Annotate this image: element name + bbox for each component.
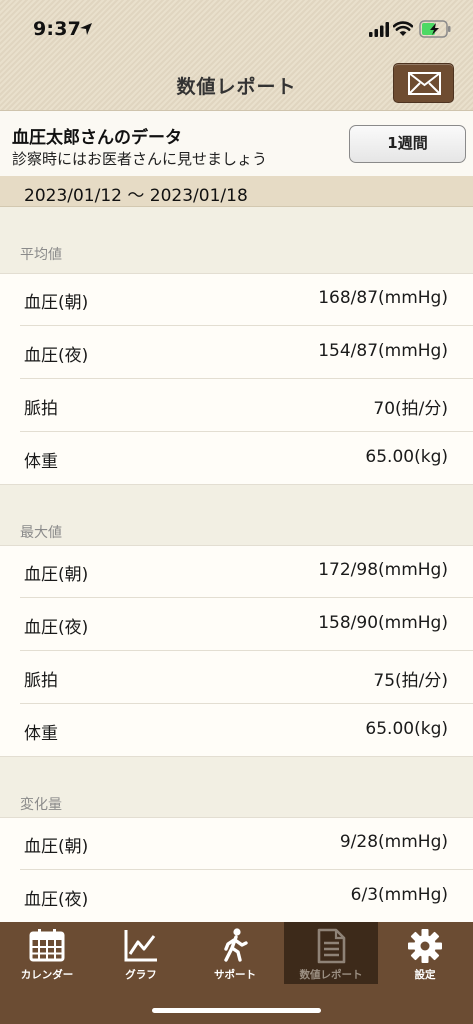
walking-person-icon xyxy=(224,928,248,962)
table-row: 脈拍 75(拍/分) xyxy=(0,651,473,704)
row-label: 血圧(夜) xyxy=(24,346,89,366)
row-value: 65.00(kg) xyxy=(365,719,448,739)
envelope-icon xyxy=(408,72,441,95)
tab-settings[interactable]: 設定 xyxy=(378,922,472,984)
battery-charging-icon xyxy=(419,20,451,38)
row-label: 血圧(夜) xyxy=(24,890,89,910)
cellular-signal-icon xyxy=(369,22,389,37)
wifi-icon xyxy=(393,21,413,36)
date-range-band: 2023/01/12 〜 2023/01/18 xyxy=(0,176,473,207)
tab-support[interactable]: サポート xyxy=(188,922,282,984)
tab-graph[interactable]: グラフ xyxy=(94,922,188,984)
table-row: 血圧(朝) 172/98(mmHg) xyxy=(0,545,473,598)
location-arrow-icon xyxy=(80,23,92,35)
row-value: 9/28(mmHg) xyxy=(339,832,448,852)
row-value: 75(拍/分) xyxy=(373,671,448,691)
row-value: 65.00(kg) xyxy=(365,447,448,467)
table-row: 血圧(夜) 6/3(mmHg) xyxy=(0,870,473,923)
row-label: 脈拍 xyxy=(24,399,58,419)
status-bar: 9:37 xyxy=(0,0,473,60)
user-data-title: 血圧太郎さんのデータ xyxy=(12,128,182,148)
table-row: 体重 65.00(kg) xyxy=(0,432,473,485)
tab-label: 数値レポート xyxy=(299,969,363,981)
row-value: 168/87(mmHg) xyxy=(318,288,448,308)
mail-button[interactable] xyxy=(393,63,454,103)
row-label: 血圧(朝) xyxy=(24,837,89,857)
top-bar: 9:37 数値レポート xyxy=(0,0,473,110)
status-time: 9:37 xyxy=(33,18,82,40)
table-row: 血圧(夜) 154/87(mmHg) xyxy=(0,326,473,379)
row-label: 血圧(朝) xyxy=(24,293,89,313)
table-row: 血圧(朝) 9/28(mmHg) xyxy=(0,817,473,870)
home-indicator[interactable] xyxy=(152,1008,321,1013)
section-header-maximum: 最大値 xyxy=(0,485,473,551)
user-data-subtitle: 診察時にはお医者さんに見せましょう xyxy=(12,150,268,168)
table-row: 血圧(夜) 158/90(mmHg) xyxy=(0,598,473,651)
row-label: 脈拍 xyxy=(24,671,58,691)
row-label: 血圧(夜) xyxy=(24,618,89,638)
row-label: 体重 xyxy=(24,724,58,744)
row-label: 体重 xyxy=(24,452,58,472)
section-title: 変化量 xyxy=(20,797,62,813)
row-label: 血圧(朝) xyxy=(24,565,89,585)
row-value: 172/98(mmHg) xyxy=(318,560,448,580)
section-header-average: 平均値 xyxy=(0,207,473,273)
section-header-change: 変化量 xyxy=(0,757,473,823)
gear-icon xyxy=(408,929,442,963)
row-value: 158/90(mmHg) xyxy=(318,613,448,633)
tab-numeric-report[interactable]: 数値レポート xyxy=(284,922,378,984)
tab-label: カレンダー xyxy=(20,969,74,981)
document-icon xyxy=(317,928,346,964)
row-value: 70(拍/分) xyxy=(373,399,448,419)
table-row: 脈拍 70(拍/分) xyxy=(0,379,473,432)
user-header: 血圧太郎さんのデータ 診察時にはお医者さんに見せましょう 1週間 xyxy=(0,110,473,176)
tab-label: サポート xyxy=(214,969,256,981)
row-value: 154/87(mmHg) xyxy=(318,341,448,361)
chart-icon xyxy=(124,930,157,962)
tab-calendar[interactable]: カレンダー xyxy=(0,922,94,984)
tab-label: 設定 xyxy=(414,969,436,981)
row-value: 6/3(mmHg) xyxy=(350,885,448,905)
section-title: 平均値 xyxy=(20,247,62,263)
period-button[interactable]: 1週間 xyxy=(349,125,466,163)
table-row: 体重 65.00(kg) xyxy=(0,704,473,757)
tab-label: グラフ xyxy=(125,969,157,981)
section-title: 最大値 xyxy=(20,525,62,541)
calendar-icon xyxy=(29,929,65,962)
date-range: 2023/01/12 〜 2023/01/18 xyxy=(24,186,248,206)
table-row: 血圧(朝) 168/87(mmHg) xyxy=(0,273,473,326)
